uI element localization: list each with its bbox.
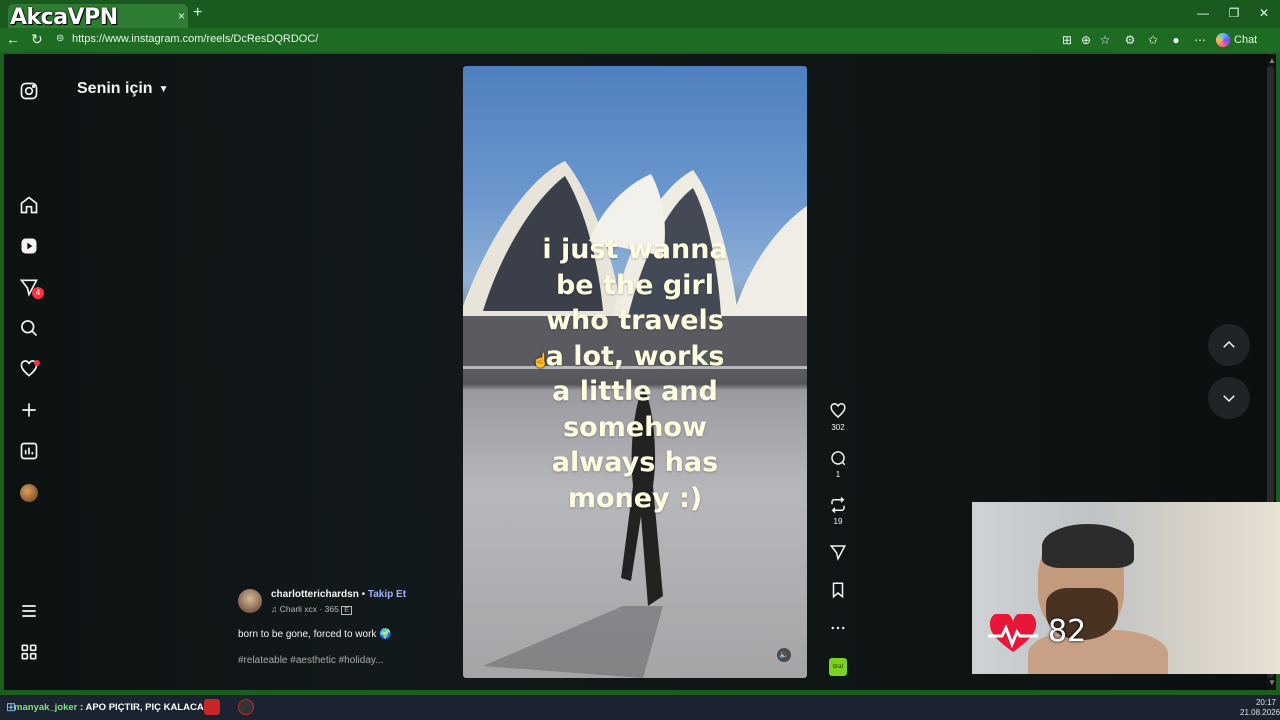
heart-icon: [830, 403, 846, 418]
author-row: charlotterichardsn • Takip Et: [271, 589, 406, 600]
heart-rate-icon: [988, 614, 1038, 652]
chat-label: Chat: [1234, 34, 1258, 46]
create-plus-icon[interactable]: [18, 399, 40, 421]
repost-button[interactable]: 19: [824, 496, 852, 526]
feed-selector[interactable]: Senin için ▼: [77, 80, 168, 98]
author-name-link[interactable]: charlotterichardsn: [271, 589, 359, 600]
reel-caption-overlay: i just wanna be the girl who travels a l…: [463, 232, 807, 516]
url-field[interactable]: ⊜ https://www.instagram.com/reels/DcResD…: [52, 31, 1052, 49]
ellipsis-icon: [831, 626, 845, 630]
bookmark-icon: [832, 582, 844, 599]
browser-window: AkcaVPN × + — ❐ ✕ ← ↻ ⊜ https://www.inst…: [0, 0, 1280, 720]
new-tab-button[interactable]: +: [193, 4, 202, 22]
comment-button[interactable]: 1: [824, 449, 852, 479]
clock-time: 20:17: [1255, 698, 1276, 707]
reel-hashtags[interactable]: #relateable #aesthetic #holiday...: [238, 655, 383, 666]
webcam-overlay: 82: [972, 502, 1280, 674]
caption-line: who travels: [546, 305, 724, 336]
music-note-icon: ♫: [271, 604, 278, 614]
audio-title: Charli xcx · 365: [279, 604, 339, 614]
chat-ticker: manyak_joker : APO PIÇTIR, PIÇ KALACAK: [14, 702, 211, 713]
address-bar-row: ← ↻ ⊜ https://www.instagram.com/reels/Dc…: [0, 28, 1280, 52]
next-reel-button[interactable]: [1208, 377, 1250, 419]
profile-icon[interactable]: ●: [1168, 33, 1184, 47]
caption-line: a lot, works: [545, 340, 725, 372]
scroll-up-arrow-icon[interactable]: ▲: [1268, 56, 1276, 65]
favorites-icon[interactable]: ✩: [1145, 33, 1161, 47]
ticker-username: manyak_joker: [14, 702, 78, 713]
mute-icon[interactable]: 🔈: [777, 648, 791, 662]
comment-icon: [831, 451, 846, 466]
save-button[interactable]: [824, 581, 852, 599]
caption-line: i just wanna: [542, 234, 728, 265]
heart-rate-value: 82: [1048, 614, 1087, 649]
reload-icon[interactable]: ↻: [31, 31, 43, 48]
profile-avatar[interactable]: [20, 484, 38, 502]
feed-title: Senin için: [77, 80, 153, 97]
app-install-icon[interactable]: ⊞: [1059, 33, 1075, 47]
separator: •: [358, 589, 368, 600]
restore-button[interactable]: ❐: [1224, 6, 1244, 20]
zoom-icon[interactable]: ⊕: [1078, 33, 1094, 47]
like-count: 302: [831, 423, 845, 432]
menu-icon[interactable]: [18, 600, 40, 622]
caption-line: money :): [567, 482, 703, 514]
caption-line: be the girl: [555, 269, 715, 301]
chevron-down-icon: [1223, 395, 1235, 403]
vpn-logo: AkcaVPN: [10, 5, 118, 30]
author-avatar[interactable]: [238, 589, 262, 613]
caption-line: a little and: [552, 376, 718, 407]
more-options-button[interactable]: [824, 619, 852, 637]
streamer-cap: [1042, 524, 1134, 568]
send-icon: [829, 545, 846, 561]
copilot-chat-button[interactable]: Chat: [1216, 31, 1257, 49]
url-text: https://www.instagram.com/reels/DcResDQR…: [72, 33, 319, 45]
brave-browser-icon[interactable]: [204, 699, 220, 715]
share-button[interactable]: [824, 543, 852, 561]
explicit-badge: E: [341, 606, 352, 615]
repost-icon: [831, 496, 845, 514]
audio-thumbnail[interactable]: brat: [829, 658, 847, 676]
extensions-icon[interactable]: ⚙: [1122, 33, 1138, 47]
app-icon[interactable]: [238, 699, 254, 715]
chevron-up-icon: [1223, 340, 1235, 348]
back-arrow-icon[interactable]: ←: [6, 31, 20, 47]
more-apps-icon[interactable]: [18, 641, 40, 663]
ticker-message: : APO PIÇTIR, PIÇ KALACAK: [77, 702, 211, 713]
audio-row[interactable]: ♫ Charli xcx · 365 E: [271, 604, 352, 615]
caption-line: somehow: [563, 411, 707, 443]
previous-reel-button[interactable]: [1208, 324, 1250, 366]
taskbar: ⊞ manyak_joker : APO PIÇTIR, PIÇ KALACAK…: [0, 695, 1280, 720]
instagram-icon[interactable]: [18, 80, 40, 102]
site-info-icon[interactable]: ⊜: [56, 33, 64, 44]
clock-date: 21.08.2026: [1240, 708, 1280, 717]
dashboard-icon[interactable]: [18, 440, 40, 462]
repost-count: 19: [833, 517, 843, 526]
favorite-star-icon[interactable]: ☆: [1097, 33, 1113, 47]
settings-more-icon[interactable]: ⋯: [1192, 33, 1208, 47]
comment-count: 1: [835, 470, 841, 479]
reel-description: born to be gone, forced to work 🌍: [238, 629, 392, 640]
notification-dot: [34, 360, 40, 366]
scroll-down-arrow-icon[interactable]: ▼: [1268, 678, 1276, 687]
follow-button[interactable]: Takip Et: [368, 589, 406, 600]
message-count-badge: 4: [32, 287, 44, 299]
search-icon[interactable]: [18, 317, 40, 339]
mouse-cursor-icon: ☝: [532, 352, 550, 368]
tab-close-icon[interactable]: ×: [178, 9, 185, 23]
minimize-button[interactable]: —: [1193, 6, 1213, 20]
tab-strip: AkcaVPN × + — ❐ ✕: [0, 0, 1280, 30]
home-icon[interactable]: [18, 194, 40, 216]
like-button[interactable]: 302: [824, 402, 852, 432]
caption-line: always has: [551, 447, 719, 478]
system-clock[interactable]: 20:17 21.08.2026: [1240, 698, 1280, 718]
chevron-down-icon: ▼: [158, 83, 169, 95]
close-window-button[interactable]: ✕: [1254, 6, 1274, 20]
reels-icon[interactable]: [18, 235, 40, 257]
reel-video[interactable]: i just wanna be the girl who travels a l…: [463, 66, 807, 678]
copilot-icon: [1216, 33, 1230, 47]
active-tab[interactable]: AkcaVPN ×: [8, 4, 188, 30]
